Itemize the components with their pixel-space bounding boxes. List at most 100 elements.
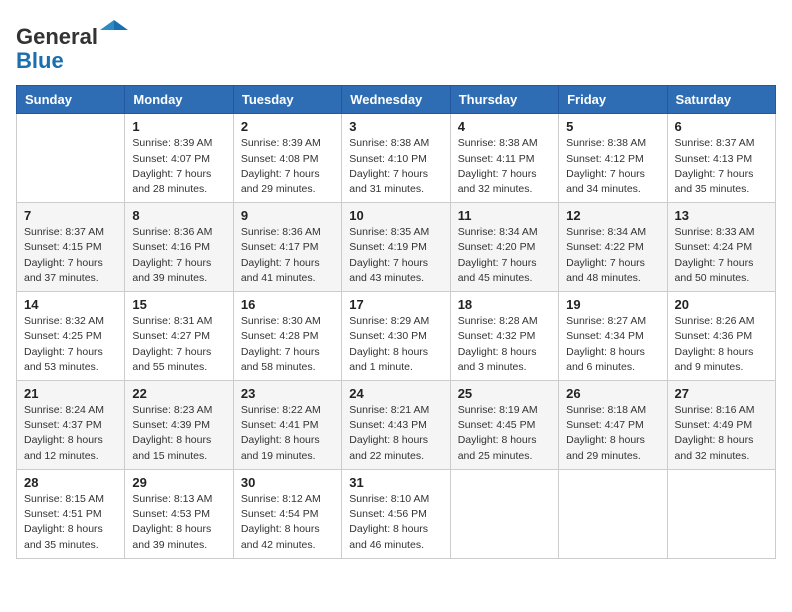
daylight-text: Daylight: 8 hours and 9 minutes.: [675, 346, 754, 373]
day-info: Sunrise: 8:30 AM Sunset: 4:28 PM Dayligh…: [241, 314, 334, 375]
daylight-text: Daylight: 8 hours and 32 minutes.: [675, 434, 754, 461]
calendar-cell: 19 Sunrise: 8:27 AM Sunset: 4:34 PM Dayl…: [559, 292, 667, 381]
calendar-cell: 29 Sunrise: 8:13 AM Sunset: 4:53 PM Dayl…: [125, 469, 233, 558]
sunrise-text: Sunrise: 8:36 AM: [132, 226, 212, 238]
daylight-text: Daylight: 7 hours and 45 minutes.: [458, 257, 537, 284]
sunset-text: Sunset: 4:39 PM: [132, 419, 210, 431]
daylight-text: Daylight: 7 hours and 43 minutes.: [349, 257, 428, 284]
calendar-cell: 31 Sunrise: 8:10 AM Sunset: 4:56 PM Dayl…: [342, 469, 450, 558]
day-number: 27: [675, 386, 768, 401]
daylight-text: Daylight: 8 hours and 12 minutes.: [24, 434, 103, 461]
sunset-text: Sunset: 4:36 PM: [675, 330, 753, 342]
day-number: 5: [566, 119, 659, 134]
day-number: 24: [349, 386, 442, 401]
day-info: Sunrise: 8:31 AM Sunset: 4:27 PM Dayligh…: [132, 314, 225, 375]
calendar-cell: [559, 469, 667, 558]
sunset-text: Sunset: 4:07 PM: [132, 153, 210, 165]
calendar-cell: 4 Sunrise: 8:38 AM Sunset: 4:11 PM Dayli…: [450, 114, 558, 203]
day-info: Sunrise: 8:19 AM Sunset: 4:45 PM Dayligh…: [458, 403, 551, 464]
calendar-cell: 23 Sunrise: 8:22 AM Sunset: 4:41 PM Dayl…: [233, 381, 341, 470]
daylight-text: Daylight: 7 hours and 34 minutes.: [566, 168, 645, 195]
sunrise-text: Sunrise: 8:38 AM: [458, 137, 538, 149]
day-info: Sunrise: 8:39 AM Sunset: 4:08 PM Dayligh…: [241, 136, 334, 197]
day-number: 11: [458, 208, 551, 223]
daylight-text: Daylight: 8 hours and 29 minutes.: [566, 434, 645, 461]
calendar-week-row: 7 Sunrise: 8:37 AM Sunset: 4:15 PM Dayli…: [17, 203, 776, 292]
calendar-cell: 12 Sunrise: 8:34 AM Sunset: 4:22 PM Dayl…: [559, 203, 667, 292]
sunrise-text: Sunrise: 8:39 AM: [132, 137, 212, 149]
sunrise-text: Sunrise: 8:34 AM: [566, 226, 646, 238]
sunset-text: Sunset: 4:45 PM: [458, 419, 536, 431]
calendar-cell: [667, 469, 775, 558]
day-info: Sunrise: 8:35 AM Sunset: 4:19 PM Dayligh…: [349, 225, 442, 286]
calendar-week-row: 1 Sunrise: 8:39 AM Sunset: 4:07 PM Dayli…: [17, 114, 776, 203]
day-info: Sunrise: 8:12 AM Sunset: 4:54 PM Dayligh…: [241, 492, 334, 553]
sunset-text: Sunset: 4:11 PM: [458, 153, 535, 165]
day-info: Sunrise: 8:21 AM Sunset: 4:43 PM Dayligh…: [349, 403, 442, 464]
day-number: 20: [675, 297, 768, 312]
calendar-cell: 24 Sunrise: 8:21 AM Sunset: 4:43 PM Dayl…: [342, 381, 450, 470]
sunrise-text: Sunrise: 8:26 AM: [675, 315, 755, 327]
daylight-text: Daylight: 8 hours and 35 minutes.: [24, 523, 103, 550]
daylight-text: Daylight: 7 hours and 32 minutes.: [458, 168, 537, 195]
calendar-cell: 15 Sunrise: 8:31 AM Sunset: 4:27 PM Dayl…: [125, 292, 233, 381]
calendar-week-row: 21 Sunrise: 8:24 AM Sunset: 4:37 PM Dayl…: [17, 381, 776, 470]
calendar-cell: 14 Sunrise: 8:32 AM Sunset: 4:25 PM Dayl…: [17, 292, 125, 381]
sunrise-text: Sunrise: 8:21 AM: [349, 404, 429, 416]
calendar-cell: 27 Sunrise: 8:16 AM Sunset: 4:49 PM Dayl…: [667, 381, 775, 470]
daylight-text: Daylight: 8 hours and 25 minutes.: [458, 434, 537, 461]
sunset-text: Sunset: 4:08 PM: [241, 153, 319, 165]
day-number: 10: [349, 208, 442, 223]
sunrise-text: Sunrise: 8:12 AM: [241, 493, 321, 505]
sunset-text: Sunset: 4:16 PM: [132, 241, 210, 253]
sunset-text: Sunset: 4:10 PM: [349, 153, 427, 165]
sunrise-text: Sunrise: 8:31 AM: [132, 315, 212, 327]
sunset-text: Sunset: 4:49 PM: [675, 419, 753, 431]
sunrise-text: Sunrise: 8:34 AM: [458, 226, 538, 238]
day-number: 18: [458, 297, 551, 312]
day-info: Sunrise: 8:34 AM Sunset: 4:22 PM Dayligh…: [566, 225, 659, 286]
calendar-cell: 1 Sunrise: 8:39 AM Sunset: 4:07 PM Dayli…: [125, 114, 233, 203]
calendar-cell: 11 Sunrise: 8:34 AM Sunset: 4:20 PM Dayl…: [450, 203, 558, 292]
calendar-cell: [450, 469, 558, 558]
sunset-text: Sunset: 4:24 PM: [675, 241, 753, 253]
sunset-text: Sunset: 4:15 PM: [24, 241, 102, 253]
sunrise-text: Sunrise: 8:37 AM: [675, 137, 755, 149]
sunset-text: Sunset: 4:25 PM: [24, 330, 102, 342]
calendar-cell: 16 Sunrise: 8:30 AM Sunset: 4:28 PM Dayl…: [233, 292, 341, 381]
daylight-text: Daylight: 7 hours and 37 minutes.: [24, 257, 103, 284]
sunset-text: Sunset: 4:41 PM: [241, 419, 319, 431]
day-number: 19: [566, 297, 659, 312]
sunset-text: Sunset: 4:47 PM: [566, 419, 644, 431]
day-info: Sunrise: 8:28 AM Sunset: 4:32 PM Dayligh…: [458, 314, 551, 375]
logo-bird-icon: [100, 16, 128, 44]
sunrise-text: Sunrise: 8:24 AM: [24, 404, 104, 416]
day-number: 14: [24, 297, 117, 312]
calendar-cell: 6 Sunrise: 8:37 AM Sunset: 4:13 PM Dayli…: [667, 114, 775, 203]
calendar-cell: 13 Sunrise: 8:33 AM Sunset: 4:24 PM Dayl…: [667, 203, 775, 292]
daylight-text: Daylight: 8 hours and 6 minutes.: [566, 346, 645, 373]
sunset-text: Sunset: 4:53 PM: [132, 508, 210, 520]
sunrise-text: Sunrise: 8:38 AM: [566, 137, 646, 149]
day-number: 25: [458, 386, 551, 401]
day-number: 26: [566, 386, 659, 401]
daylight-text: Daylight: 8 hours and 22 minutes.: [349, 434, 428, 461]
sunset-text: Sunset: 4:20 PM: [458, 241, 536, 253]
sunset-text: Sunset: 4:17 PM: [241, 241, 319, 253]
calendar-cell: 8 Sunrise: 8:36 AM Sunset: 4:16 PM Dayli…: [125, 203, 233, 292]
day-number: 16: [241, 297, 334, 312]
daylight-text: Daylight: 7 hours and 55 minutes.: [132, 346, 211, 373]
calendar-cell: 2 Sunrise: 8:39 AM Sunset: 4:08 PM Dayli…: [233, 114, 341, 203]
sunrise-text: Sunrise: 8:30 AM: [241, 315, 321, 327]
daylight-text: Daylight: 8 hours and 46 minutes.: [349, 523, 428, 550]
day-info: Sunrise: 8:26 AM Sunset: 4:36 PM Dayligh…: [675, 314, 768, 375]
daylight-text: Daylight: 7 hours and 48 minutes.: [566, 257, 645, 284]
day-info: Sunrise: 8:27 AM Sunset: 4:34 PM Dayligh…: [566, 314, 659, 375]
calendar-cell: 17 Sunrise: 8:29 AM Sunset: 4:30 PM Dayl…: [342, 292, 450, 381]
calendar-cell: 22 Sunrise: 8:23 AM Sunset: 4:39 PM Dayl…: [125, 381, 233, 470]
day-number: 21: [24, 386, 117, 401]
day-number: 30: [241, 475, 334, 490]
calendar-cell: 5 Sunrise: 8:38 AM Sunset: 4:12 PM Dayli…: [559, 114, 667, 203]
daylight-text: Daylight: 7 hours and 35 minutes.: [675, 168, 754, 195]
day-number: 23: [241, 386, 334, 401]
